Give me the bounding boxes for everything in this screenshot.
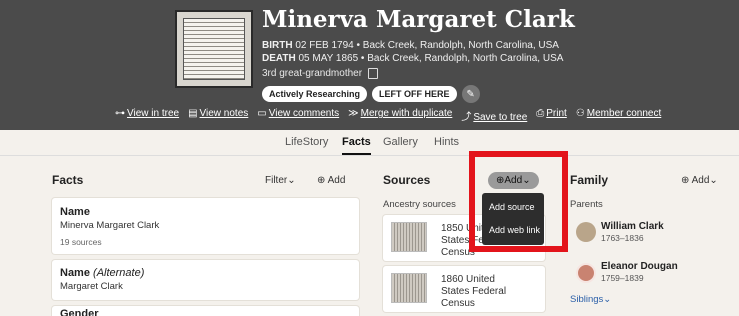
plus-circle-icon: ⊕ [317, 175, 326, 186]
relationship-line: 3rd great-grandmother [262, 68, 379, 79]
member-icon: ⚇ [575, 108, 585, 119]
fact-title: Name [60, 206, 90, 218]
print-link[interactable]: ⎙ Print [536, 108, 567, 123]
facts-add-label: Add [327, 175, 346, 186]
person-name: Minerva Margaret Clark [262, 6, 575, 33]
save-to-tree-label: Save to tree [473, 112, 528, 123]
tab-facts[interactable]: Facts [342, 136, 371, 155]
filter-label: Filter [265, 175, 288, 186]
comments-icon: ▭ [257, 108, 267, 119]
family-add-label: Add [691, 175, 710, 186]
save-icon: ⤴ [461, 112, 472, 123]
tab-lifestory[interactable]: LifeStory [285, 136, 328, 148]
source-title: 1860 United States Federal Census [441, 274, 507, 309]
facts-add-button[interactable]: ⊕ Add [309, 172, 353, 189]
person-header: Minerva Margaret Clark BIRTH 02 FEB 1794… [0, 0, 739, 130]
census-image [391, 222, 427, 252]
fact-value: Minerva Margaret Clark [60, 220, 160, 231]
chevron-down-icon: ⌄ [287, 175, 296, 186]
parent-years: 1759–1839 [601, 273, 644, 283]
view-notes-link[interactable]: ▤ View notes [188, 108, 248, 123]
parent-years: 1763–1836 [601, 233, 644, 243]
ancestry-sources-label: Ancestry sources [383, 199, 456, 210]
research-badges: Actively Researching LEFT OFF HERE ✎ [262, 85, 480, 103]
left-off-here-badge[interactable]: LEFT OFF HERE [372, 86, 457, 102]
notes-icon: ▤ [188, 108, 198, 119]
pencil-icon[interactable]: ✎ [461, 85, 480, 103]
chevron-down-icon: ⌄ [603, 294, 612, 305]
relationship-path-icon[interactable] [368, 68, 379, 79]
person-actions: ⊶ View in tree ▤ View notes ▭ View comments… [115, 108, 661, 123]
tab-gallery[interactable]: Gallery [383, 136, 418, 148]
actively-researching-badge[interactable]: Actively Researching [262, 86, 368, 102]
relationship-text: 3rd great-grandmother [262, 68, 363, 79]
avatar[interactable] [576, 222, 596, 242]
parent-name[interactable]: Eleanor Dougan [601, 261, 678, 272]
view-in-tree-label: View in tree [127, 108, 180, 119]
birth-value: 02 FEB 1794 • Back Creek, Randolph, Nort… [295, 40, 559, 51]
save-to-tree-link[interactable]: ⤴ Save to tree [461, 108, 527, 123]
fact-qualifier: (Alternate) [93, 267, 145, 279]
siblings-label: Siblings [570, 294, 604, 305]
fact-card-name[interactable]: Name Minerva Margaret Clark 19 sources [52, 198, 359, 254]
chevron-down-icon: ⌄ [709, 175, 718, 186]
facts-title: Facts [52, 173, 84, 187]
fact-title: Name [60, 267, 90, 279]
tab-hints[interactable]: Hints [434, 136, 459, 148]
avatar[interactable] [576, 263, 596, 283]
member-connect-label: Member connect [586, 108, 662, 119]
view-comments-label: View comments [268, 108, 340, 119]
profile-photo[interactable] [175, 10, 253, 88]
merge-duplicate-label: Merge with duplicate [360, 108, 453, 119]
plus-circle-icon: ⊕ [681, 175, 690, 186]
fact-source-count: 19 sources [60, 237, 102, 247]
siblings-toggle[interactable]: Siblings⌄ [570, 294, 611, 305]
print-label: Print [546, 108, 567, 119]
death-line: DEATH 05 MAY 1865 • Back Creek, Randolph… [262, 53, 563, 64]
fact-title: Gender [60, 308, 99, 316]
member-connect-link[interactable]: ⚇ Member connect [576, 108, 661, 123]
fact-value: Margaret Clark [60, 281, 123, 292]
fact-card-alternate-name[interactable]: Name (Alternate) Margaret Clark [52, 260, 359, 300]
merge-duplicate-link[interactable]: ≫ Merge with duplicate [348, 108, 452, 123]
birth-label: BIRTH [262, 40, 293, 51]
parents-label: Parents [570, 199, 603, 210]
parent-name[interactable]: William Clark [601, 221, 664, 232]
view-comments-link[interactable]: ▭ View comments [257, 108, 339, 123]
death-value: 05 MAY 1865 • Back Creek, Randolph, Nort… [298, 53, 564, 64]
tree-icon: ⊶ [115, 108, 125, 119]
fact-card-gender[interactable]: Gender [52, 306, 359, 316]
view-in-tree-link[interactable]: ⊶ View in tree [115, 108, 179, 123]
view-notes-label: View notes [199, 108, 249, 119]
profile-tabs: LifeStory Facts Gallery Hints [0, 130, 739, 156]
print-icon: ⎙ [536, 108, 545, 119]
sources-title: Sources [383, 173, 431, 187]
family-add-button[interactable]: ⊕ Add⌄ [673, 172, 726, 189]
source-card[interactable]: 1860 United States Federal Census [383, 266, 545, 312]
document-image [183, 18, 245, 80]
highlight-box [469, 151, 568, 252]
merge-icon: ≫ [348, 108, 359, 119]
death-label: DEATH [262, 53, 296, 64]
family-title: Family [570, 173, 609, 187]
birth-line: BIRTH 02 FEB 1794 • Back Creek, Randolph… [262, 40, 559, 51]
filter-button[interactable]: Filter⌄ [257, 172, 304, 189]
census-image [391, 273, 427, 303]
